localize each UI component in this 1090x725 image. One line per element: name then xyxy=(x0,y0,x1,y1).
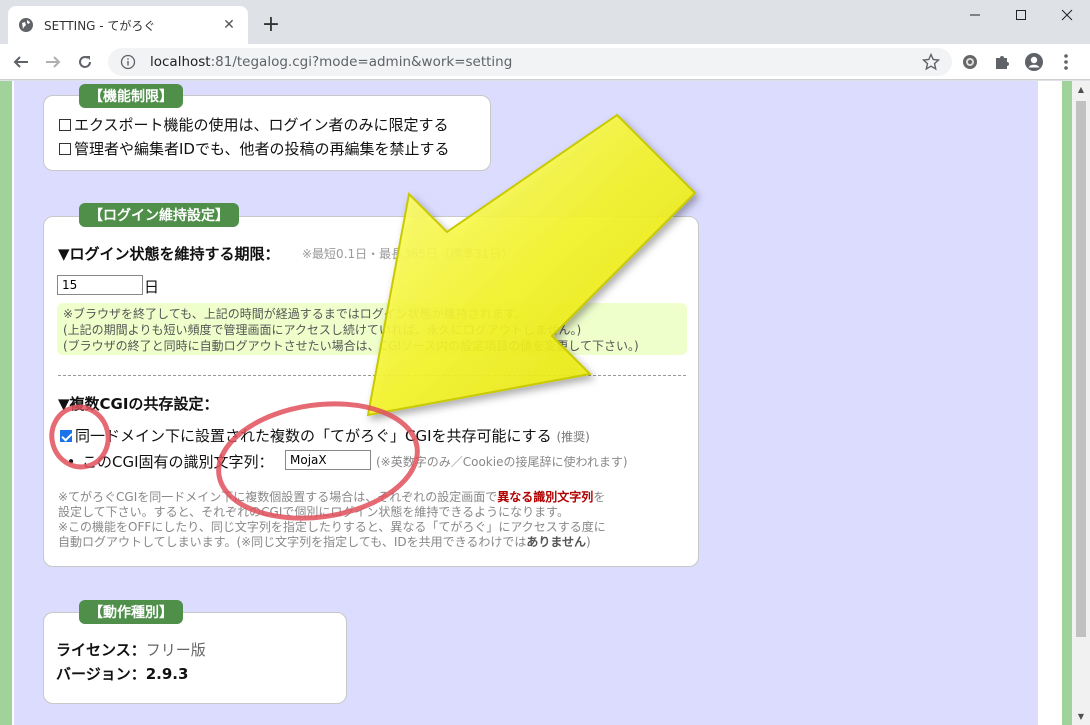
reedit-restriction-label: 管理者や編集者IDでも、他者の投稿の再編集を禁止する xyxy=(74,140,450,158)
multi-cgi-heading: ▼複数CGIの共存設定： xyxy=(58,395,219,413)
tab-title: SETTING - てがろぐ xyxy=(44,18,156,33)
version-label: バージョン： xyxy=(56,665,146,683)
export-restriction-checkbox[interactable] xyxy=(59,119,71,131)
arrow-right-icon xyxy=(46,56,61,68)
scroll-down-icon[interactable]: ▼ xyxy=(1072,708,1090,725)
profile-avatar-icon[interactable] xyxy=(1024,52,1044,72)
version-value: 2.9.3 xyxy=(145,665,189,683)
back-button[interactable] xyxy=(8,50,34,74)
scroll-up-icon[interactable]: ▲ xyxy=(1072,81,1090,98)
cgi-id-input[interactable] xyxy=(285,450,371,470)
login-keep-legend: 【ログイン維持設定】 xyxy=(79,203,239,227)
login-period-heading: ▼ログイン状態を維持する期限： xyxy=(58,245,280,263)
address-bar[interactable]: localhost:81/tegalog.cgi?mode=admin&work… xyxy=(108,48,952,76)
cgi-id-row: • このCGI固有の識別文字列： xyxy=(60,451,274,472)
minimize-icon xyxy=(970,14,980,16)
reload-button[interactable] xyxy=(72,50,98,74)
url-text: localhost:81/tegalog.cgi?mode=admin&work… xyxy=(150,54,922,70)
bullet: • xyxy=(66,453,76,471)
login-keep-note: ※ブラウザを終了しても、上記の時間が経過するまではログイン状態が維持されます。 … xyxy=(57,303,687,355)
explain-text: 自動ログアウトしてしまいます。(※同じ文字列を指定しても、IDを共用できるわけで… xyxy=(58,535,527,549)
reedit-restriction-option[interactable]: 管理者や編集者IDでも、他者の投稿の再編集を禁止する xyxy=(59,138,450,159)
reedit-restriction-checkbox[interactable] xyxy=(59,143,71,155)
export-restriction-option[interactable]: エクスポート機能の使用は、ログイン者のみに限定する xyxy=(59,114,449,135)
settings-area: 【機能制限】 エクスポート機能の使用は、ログイン者のみに限定する 管理者や編集者… xyxy=(14,81,1038,725)
multi-cgi-explanation: ※てがろぐCGIを同一ドメイン下に複数個設置する場合は、それぞれの設定画面で異な… xyxy=(58,490,698,550)
puzzle-icon[interactable] xyxy=(992,52,1012,72)
share-cgi-checkbox[interactable] xyxy=(60,430,72,442)
section-divider xyxy=(58,375,686,376)
cgi-id-hint: (※英数字のみ／Cookieの接尾辞に使われます) xyxy=(376,455,628,469)
browser-toolbar: localhost:81/tegalog.cgi?mode=admin&work… xyxy=(0,44,1090,80)
scrollbar-thumb[interactable] xyxy=(1076,101,1086,637)
license-value: フリー版 xyxy=(145,641,206,659)
info-icon[interactable] xyxy=(120,54,136,70)
explain-text: を xyxy=(593,490,606,504)
share-cgi-option[interactable]: 同一ドメイン下に設置された複数の「てがろぐ」CGIを共存可能にする (推奨) xyxy=(60,425,590,446)
explain-line: 設定して下さい。すると、それぞれのCGIで個別にログイン状態を維持できるようにな… xyxy=(58,505,569,519)
tab-strip: SETTING - てがろぐ ✕ + xyxy=(0,0,1090,44)
browser-tab[interactable]: SETTING - てがろぐ ✕ xyxy=(8,6,248,44)
login-period-hint: ※最短0.1日・最長365日（標準31日） xyxy=(302,247,514,261)
explain-text: ) xyxy=(586,535,591,549)
maximize-icon xyxy=(1016,10,1026,20)
vertical-scrollbar[interactable]: ▲ ▼ xyxy=(1072,81,1090,725)
reload-icon xyxy=(79,56,91,68)
login-period-input[interactable] xyxy=(57,275,143,295)
export-restriction-label: エクスポート機能の使用は、ログイン者のみに限定する xyxy=(74,116,449,134)
note-line: (ブラウザの終了と同時に自動ログアウトさせたい場合は、CGIソース内の設定項目の… xyxy=(63,339,639,353)
note-line: ※ブラウザを終了しても、上記の時間が経過するまではログイン状態が維持されます。 xyxy=(63,307,527,321)
highlight-text: 異なる識別文字列 xyxy=(497,490,594,504)
license-row: ライセンス：フリー版 xyxy=(56,639,206,660)
explain-text: ※てがろぐCGIを同一ドメイン下に複数個設置する場合は、それぞれの設定画面で xyxy=(58,490,498,504)
cgi-id-label: このCGI固有の識別文字列： xyxy=(82,453,274,471)
note-line: (上記の期間よりも短い頻度で管理画面にアクセスし続けていれば、永久にログアウトし… xyxy=(63,323,582,337)
version-row: バージョン：2.9.3 xyxy=(56,663,188,684)
explain-line: ※てがろぐCGIを同一ドメイン下に複数個設置する場合は、それぞれの設定画面で異な… xyxy=(58,490,698,505)
emphasis-text: ありません xyxy=(526,535,587,549)
minimize-button[interactable] xyxy=(952,0,998,30)
globe-icon xyxy=(19,18,33,32)
close-window-button[interactable] xyxy=(1044,0,1090,30)
more-menu-icon[interactable] xyxy=(1056,52,1076,72)
url-path: :81/tegalog.cgi?mode=admin&work=setting xyxy=(210,54,513,70)
url-host: localhost xyxy=(150,54,211,70)
function-restriction-legend: 【機能制限】 xyxy=(79,84,183,108)
login-period-unit: 日 xyxy=(144,278,160,296)
new-tab-button[interactable]: + xyxy=(258,12,284,38)
license-label: ライセンス： xyxy=(56,641,146,659)
explain-line: 自動ログアウトしてしまいます。(※同じ文字列を指定しても、IDを共用できるわけで… xyxy=(58,535,698,550)
close-icon xyxy=(1061,9,1073,21)
share-recommend-note: (推奨) xyxy=(556,430,590,444)
forward-button[interactable] xyxy=(40,50,66,74)
operation-type-legend: 【動作種別】 xyxy=(79,600,183,624)
share-cgi-label: 同一ドメイン下に設置された複数の「てがろぐ」CGIを共存可能にする xyxy=(75,427,552,445)
explain-line: ※この機能をOFFにしたり、同じ文字列を指定したりすると、異なる「てがろぐ」にア… xyxy=(58,520,606,534)
close-tab-icon[interactable]: ✕ xyxy=(220,17,238,33)
page-viewport: 【機能制限】 エクスポート機能の使用は、ログイン者のみに限定する 管理者や編集者… xyxy=(0,81,1090,725)
maximize-button[interactable] xyxy=(998,0,1044,30)
arrow-left-icon xyxy=(13,56,28,68)
bookmark-star-icon[interactable] xyxy=(922,53,940,71)
extension-gear-icon[interactable] xyxy=(960,52,980,72)
